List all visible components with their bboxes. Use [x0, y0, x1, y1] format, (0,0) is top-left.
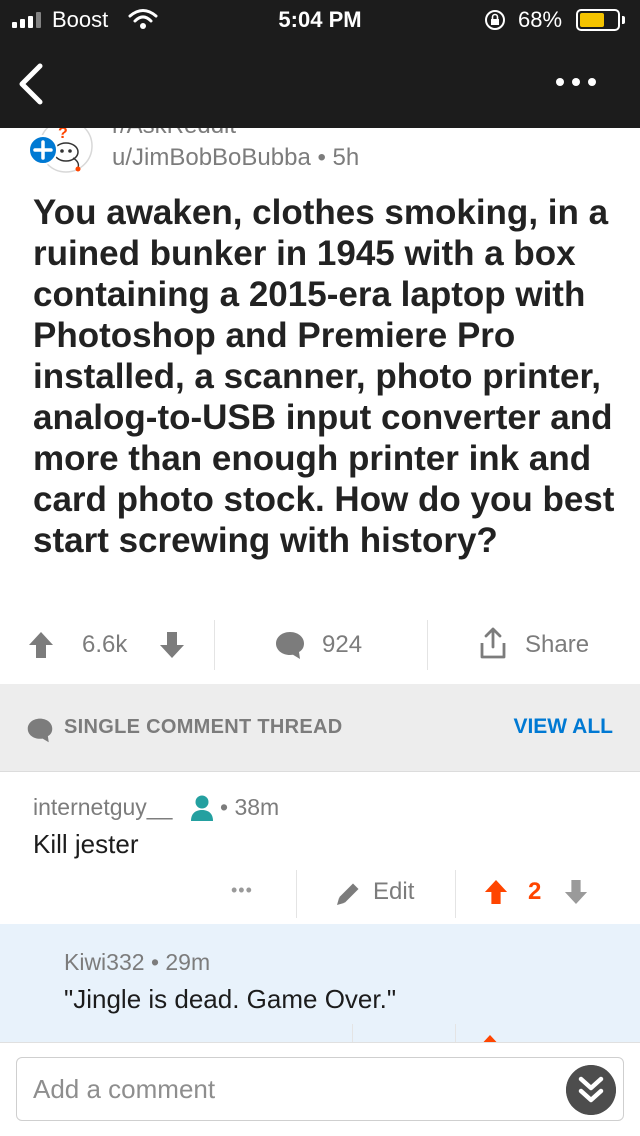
- post-author[interactable]: u/JimBobBoBubba: [112, 144, 311, 171]
- view-all-button[interactable]: VIEW ALL: [513, 715, 613, 739]
- comment-author[interactable]: internetguy__: [33, 794, 172, 820]
- op-user-icon: [191, 795, 213, 821]
- downvote-icon[interactable]: [564, 879, 588, 905]
- subreddit-avatar-icon[interactable]: ?: [26, 128, 98, 188]
- post-age: 5h: [332, 144, 360, 171]
- comment-age: 29m: [165, 949, 211, 975]
- reply-comment: Kiwi332 • 29m "Jingle is dead. Game Over…: [0, 924, 640, 1044]
- meta-separator: •: [220, 794, 235, 820]
- upvote-icon-active[interactable]: [484, 879, 508, 905]
- divider: [455, 1024, 456, 1044]
- comment-count[interactable]: 924: [322, 631, 362, 659]
- comment-more-button[interactable]: •••: [231, 880, 253, 901]
- upvote-icon[interactable]: [28, 631, 54, 659]
- collapse-threads-button[interactable]: [566, 1065, 616, 1115]
- comment-age: 38m: [234, 794, 280, 820]
- comment-body: "Jingle is dead. Game Over.": [64, 984, 397, 1014]
- dot-icon: [588, 78, 596, 86]
- post-header: ? r/AskReddit u/JimBobBoBubba • 5h: [0, 128, 640, 188]
- pencil-icon[interactable]: [334, 880, 362, 908]
- comment-score: 2: [528, 878, 542, 905]
- divider: [352, 1024, 353, 1044]
- comment-composer: [0, 1042, 640, 1136]
- divider: [214, 620, 215, 670]
- edit-button[interactable]: Edit: [373, 878, 414, 906]
- thread-label: SINGLE COMMENT THREAD: [64, 716, 343, 738]
- battery-fill: [580, 13, 605, 27]
- comment-bubble-icon: [27, 718, 53, 743]
- comment-meta: Kiwi332 • 29m: [64, 949, 210, 976]
- comment-author[interactable]: Kiwi332: [64, 949, 145, 975]
- divider: [455, 870, 456, 918]
- subreddit-name[interactable]: r/AskReddit: [112, 128, 236, 140]
- back-button[interactable]: [14, 60, 48, 108]
- meta-separator: •: [150, 949, 166, 975]
- divider: [296, 870, 297, 918]
- comment-action-bar: ••• Edit 2: [0, 868, 640, 924]
- post-meta: u/JimBobBoBubba • 5h: [112, 144, 359, 172]
- svg-text:?: ?: [58, 128, 68, 142]
- battery-percent: 68%: [518, 7, 563, 32]
- comment-meta: internetguy__: [33, 794, 172, 821]
- comment-meta-time: • 38m: [220, 794, 279, 821]
- single-thread-banner: SINGLE COMMENT THREAD VIEW ALL: [0, 684, 640, 772]
- vote-count: 6.6k: [82, 631, 128, 658]
- rotation-lock-icon: [485, 10, 505, 30]
- battery-nub: [622, 16, 625, 24]
- add-comment-input[interactable]: [16, 1057, 624, 1121]
- dot-icon: [556, 78, 564, 86]
- post-action-bar: 6.6k 924 Share: [0, 612, 640, 678]
- share-button[interactable]: Share: [525, 631, 589, 659]
- comment-body: Kill jester: [33, 829, 139, 859]
- status-bar: Boost 5:04 PM 68%: [0, 0, 640, 40]
- post-title: You awaken, clothes smoking, in a ruined…: [33, 193, 615, 560]
- meta-separator: •: [317, 144, 333, 171]
- share-icon[interactable]: [480, 627, 506, 659]
- more-options-button[interactable]: [556, 72, 596, 92]
- downvote-icon[interactable]: [159, 631, 185, 659]
- comment-bubble-icon[interactable]: [274, 629, 306, 661]
- dot-icon: [572, 78, 580, 86]
- divider: [427, 620, 428, 670]
- comment: internetguy__ • 38m Kill jester ••• Edit…: [0, 772, 640, 924]
- top-bar: Boost 5:04 PM 68%: [0, 0, 640, 128]
- battery-icon: [576, 9, 620, 31]
